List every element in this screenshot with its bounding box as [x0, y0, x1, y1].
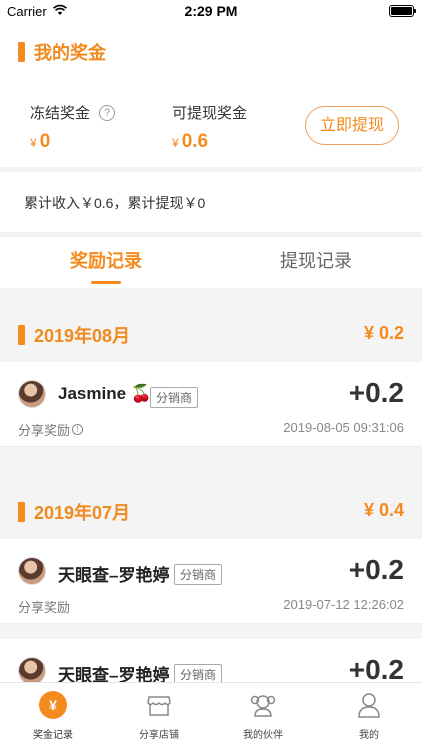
- tab-reward-records[interactable]: 奖励记录: [26, 247, 186, 273]
- record-time: 2019-08-05 09:31:06: [283, 420, 404, 435]
- yen-icon: ¥: [39, 691, 67, 719]
- page-title-text: 我的奖金: [34, 43, 106, 63]
- tabbar-label: 我的: [359, 730, 379, 741]
- avatar: [18, 380, 46, 408]
- withdrawable-currency: ¥: [172, 136, 179, 150]
- withdrawable-bonus-value: 0.6: [181, 131, 209, 152]
- month-header: 2019年07月 ¥ 0.4: [0, 481, 422, 537]
- avatar: [18, 557, 46, 585]
- month-total: ¥ 0.2: [363, 323, 404, 343]
- store-icon: [147, 696, 171, 716]
- role-badge: 分销商: [174, 564, 223, 585]
- status-bar: Carrier 2:29 PM: [0, 0, 422, 22]
- clock: 2:29 PM: [184, 3, 238, 19]
- battery-icon: [389, 5, 416, 17]
- month-bar-mark: [18, 502, 25, 522]
- tabbar-item-partners[interactable]: 我的伙伴: [223, 691, 303, 741]
- frozen-bonus-value: 0: [39, 131, 51, 152]
- tabbar-label: 我的伙伴: [243, 730, 283, 741]
- amount-delta: +0.2: [348, 377, 404, 408]
- page-title: 我的奖金: [18, 39, 106, 65]
- partner-icon: [250, 695, 276, 717]
- month-bar-mark: [18, 325, 25, 345]
- summary-row: 累计收入￥0.6，累计提现￥0: [0, 172, 422, 232]
- month-header: 2019年08月 ¥ 0.2: [0, 304, 422, 360]
- tabbar-item-mine[interactable]: 我的: [329, 691, 409, 741]
- user-name: 天眼查–罗艳婷: [58, 566, 170, 585]
- user-name: Jasmine 🍒: [58, 384, 152, 403]
- month-label: 2019年07月: [34, 503, 131, 523]
- withdraw-now-button[interactable]: 立即提现: [305, 106, 399, 145]
- tab-withdraw-records[interactable]: 提现记录: [236, 247, 396, 273]
- tabbar-label: 奖金记录: [33, 730, 73, 741]
- reward-type: 分享奖励 !: [18, 420, 84, 439]
- record-tabs: 奖励记录 提现记录: [0, 236, 422, 288]
- frozen-bonus-label: 冻结奖金: [30, 105, 91, 122]
- tabbar-item-bonus-records[interactable]: ¥ 奖金记录: [13, 691, 93, 741]
- reward-type-label: 分享奖励: [18, 600, 71, 615]
- help-icon[interactable]: ?: [99, 104, 116, 121]
- bottom-tab-bar: ¥ 奖金记录 分享店铺 我的伙伴 我的: [0, 682, 422, 750]
- frozen-currency: ¥: [30, 136, 37, 150]
- avatar: [18, 657, 46, 685]
- withdrawable-bonus: 可提现奖金 ¥0.6: [172, 102, 247, 153]
- list-item[interactable]: Jasmine 🍒 分销商 +0.2 分享奖励 ! 2019-08-05 09:…: [0, 362, 422, 447]
- frozen-bonus: 冻结奖金 ? ¥0: [30, 102, 116, 153]
- month-label: 2019年08月: [34, 326, 131, 346]
- record-time: 2019-07-12 12:26:02: [283, 597, 404, 612]
- title-bar-mark: [18, 42, 25, 62]
- month-total: ¥ 0.4: [363, 500, 404, 520]
- amount-delta: +0.2: [348, 554, 404, 585]
- reward-type: 分享奖励: [18, 597, 70, 616]
- tabbar-label: 分享店铺: [139, 730, 179, 741]
- active-tab-indicator: [91, 281, 121, 284]
- user-icon: [358, 693, 380, 718]
- summary-text: 累计收入￥0.6，累计提现￥0: [24, 195, 206, 211]
- bonus-overview: 我的奖金 冻结奖金 ? ¥0 可提现奖金 ¥0.6 立即提现: [0, 22, 422, 167]
- reward-type-label: 分享奖励: [18, 423, 71, 438]
- info-icon[interactable]: !: [72, 424, 84, 435]
- tabbar-item-share-store[interactable]: 分享店铺: [119, 691, 199, 741]
- withdrawable-bonus-label: 可提现奖金: [172, 105, 248, 122]
- role-badge: 分销商: [150, 387, 199, 408]
- list-item[interactable]: 天眼查–罗艳婷 分销商 +0.2 分享奖励 2019-07-12 12:26:0…: [0, 539, 422, 624]
